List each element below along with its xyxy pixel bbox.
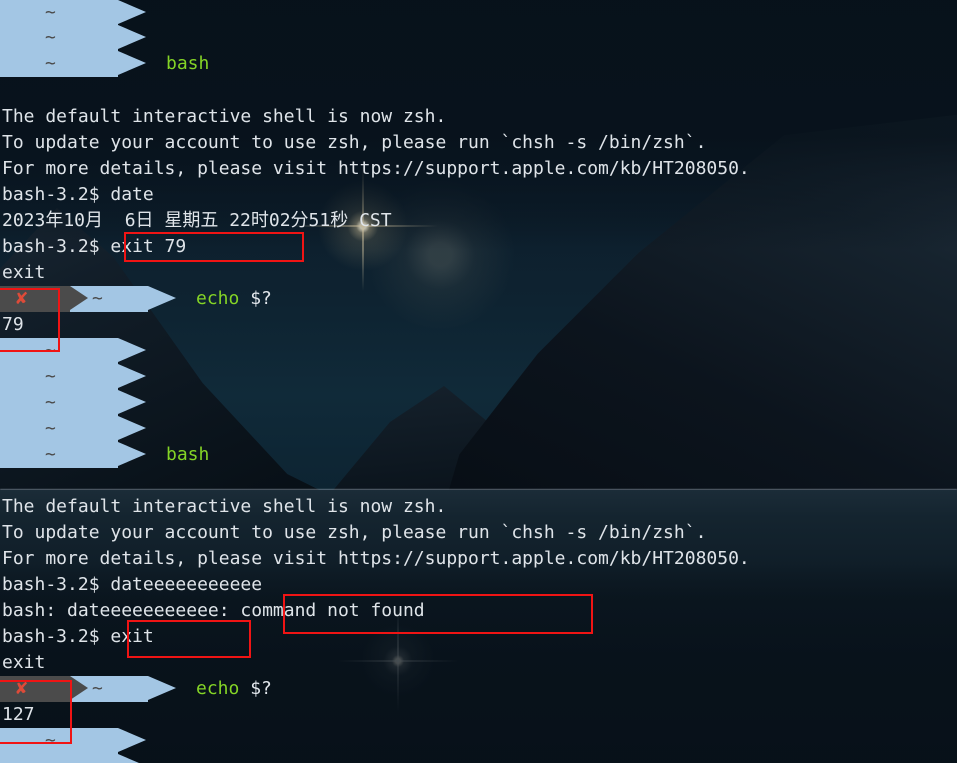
terminal-output-line: bash-3.2$ exit 79 [2,236,187,257]
prompt-directory-label: ~ [45,2,56,23]
shell-prompt[interactable]: ~ [0,0,146,26]
command-arguments: $? [239,288,272,309]
prompt-directory-label: ~ [45,730,56,751]
shell-prompt[interactable]: ~ [0,25,146,51]
terminal-output-line: To update your account to use zsh, pleas… [2,522,707,543]
prompt-directory-label: ~ [45,53,56,74]
prompt-error-segment: ✘ [0,286,88,312]
prompt-directory-segment: ~ [0,390,146,416]
prompt-directory-segment: ~ [0,338,146,364]
terminal-output-line: For more details, please visit https://s… [2,158,750,179]
prompt-directory-label: ~ [45,340,56,361]
prompt-directory-segment: ~ [0,364,146,390]
shell-prompt[interactable]: ~ bash [0,51,209,77]
prompt-directory-label: ~ [45,418,56,439]
terminal-output-line: bash-3.2$ date [2,184,154,205]
command-name: bash [166,444,210,465]
terminal-output-line: bash: dateeeeeeeeeee: command not found [2,600,425,621]
shell-prompt[interactable]: ~ [0,364,146,390]
prompt-directory-segment: ~ [0,416,146,442]
shell-prompt[interactable]: ✘ ~ echo $? [0,286,272,312]
shell-prompt[interactable]: ✘ ~ echo $? [0,676,272,702]
command-name: echo [196,288,240,309]
prompt-directory-segment: ~ [0,25,146,51]
shell-prompt[interactable]: ~ [0,338,146,364]
error-cross-icon: ✘ [16,287,28,310]
terminal-screen[interactable]: ~ ~ ~ bash The default interactive shell is … [0,0,957,763]
shell-prompt[interactable]: ~ [0,728,146,754]
terminal-output-line: exit [2,652,46,673]
prompt-directory-label: ~ [92,678,103,699]
prompt-directory-segment: ~ [0,754,146,763]
terminal-output-line: exit [2,262,46,283]
prompt-directory-label: ~ [92,288,103,309]
shell-prompt[interactable]: ~ [0,390,146,416]
prompt-directory-segment: ~ [0,51,146,77]
prompt-directory-segment: ~ [0,442,146,468]
terminal-output-line: To update your account to use zsh, pleas… [2,132,707,153]
prompt-directory-label: ~ [45,754,56,763]
terminal-window[interactable]: ~ ~ ~ bash The default interactive shell is … [0,0,957,763]
command-name: bash [166,53,210,74]
terminal-output-line: For more details, please visit https://s… [2,548,750,569]
terminal-output-line: 79 [2,314,24,335]
command-name: echo [196,678,240,699]
shell-prompt[interactable]: ~ bash [0,442,209,468]
prompt-directory-label: ~ [45,392,56,413]
prompt-directory-label: ~ [45,366,56,387]
prompt-directory-segment: ~ [0,0,146,26]
terminal-output-line: 2023年10月 6日 星期五 22时02分51秒 CST [2,210,392,231]
terminal-output-line: The default interactive shell is now zsh… [2,106,447,127]
prompt-directory-label: ~ [45,444,56,465]
prompt-directory-segment: ~ [0,728,146,754]
prompt-error-segment: ✘ [0,676,88,702]
terminal-output-line: 127 [2,704,35,725]
error-cross-icon: ✘ [16,677,28,700]
terminal-output-line: The default interactive shell is now zsh… [2,496,447,517]
shell-prompt[interactable]: ~ [0,416,146,442]
terminal-output-line: bash-3.2$ dateeeeeeeeeee [2,574,263,595]
prompt-directory-label: ~ [45,27,56,48]
command-arguments: $? [239,678,272,699]
shell-prompt[interactable]: ~ [0,754,146,763]
terminal-output-line: bash-3.2$ exit [2,626,154,647]
